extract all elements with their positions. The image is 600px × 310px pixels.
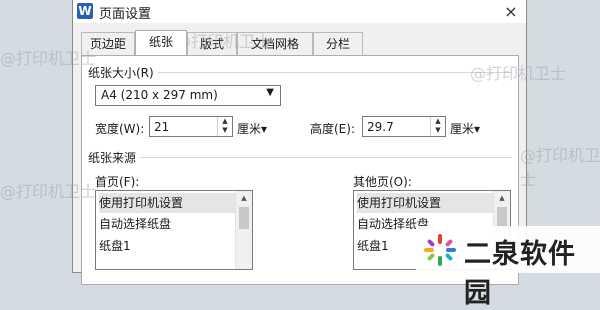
other-pages-label: 其他页(O): bbox=[353, 175, 412, 189]
window-title: 页面设置 bbox=[99, 7, 152, 22]
watermark-text: @打印机卫士 bbox=[520, 146, 600, 189]
first-page-listbox[interactable]: 使用打印机设置 自动选择纸盘 纸盘1 ▲ bbox=[95, 190, 253, 270]
width-label: 宽度(W): bbox=[95, 122, 145, 136]
height-stepper[interactable]: 29.7 ▲ ▼ bbox=[362, 116, 446, 137]
dropdown-arrow-icon: ▼ bbox=[266, 87, 274, 98]
tab-margins[interactable]: 页边距 bbox=[81, 32, 135, 55]
list-item[interactable]: 使用打印机设置 bbox=[99, 193, 236, 213]
list-item[interactable]: 使用打印机设置 bbox=[357, 193, 494, 213]
spin-up-icon[interactable]: ▲ bbox=[431, 117, 445, 126]
height-spin-buttons[interactable]: ▲ ▼ bbox=[430, 117, 445, 136]
height-label: 高度(E): bbox=[310, 122, 355, 136]
width-value: 21 bbox=[154, 120, 170, 134]
first-page-label: 首页(F): bbox=[95, 175, 140, 189]
tab-columns[interactable]: 分栏 bbox=[313, 32, 363, 55]
close-button[interactable]: × bbox=[496, 0, 526, 23]
list-item[interactable]: 纸盘1 bbox=[99, 236, 236, 256]
divider bbox=[88, 157, 512, 158]
pinwheel-logo-icon bbox=[424, 234, 456, 266]
brand-name: 二泉软件园 bbox=[464, 239, 576, 309]
list-item[interactable]: 自动选择纸盘 bbox=[99, 214, 236, 234]
spin-down-icon[interactable]: ▼ bbox=[431, 126, 445, 135]
height-unit-select[interactable]: 厘米▾ bbox=[450, 120, 480, 137]
paper-size-value: A4 (210 x 297 mm) bbox=[101, 88, 218, 102]
scrollbar[interactable]: ▲ bbox=[235, 191, 252, 269]
scroll-thumb[interactable] bbox=[239, 207, 249, 229]
width-stepper[interactable]: 21 ▲ ▼ bbox=[149, 116, 233, 137]
scroll-up-icon[interactable]: ▲ bbox=[494, 191, 510, 205]
brand-logo: 二泉软件园 bbox=[416, 226, 600, 309]
width-unit-select[interactable]: 厘米▾ bbox=[237, 120, 267, 137]
paper-size-select[interactable]: A4 (210 x 297 mm) ▼ bbox=[95, 85, 281, 106]
title-bar: W 页面设置 × bbox=[73, 0, 526, 23]
spin-up-icon[interactable]: ▲ bbox=[218, 117, 232, 126]
paper-size-group-label: 纸张大小(R) bbox=[88, 64, 158, 81]
tab-layout[interactable]: 版式 bbox=[187, 32, 237, 55]
scroll-up-icon[interactable]: ▲ bbox=[236, 191, 252, 205]
tab-paper[interactable]: 纸张 bbox=[135, 30, 187, 55]
wps-app-icon: W bbox=[77, 3, 93, 19]
height-value: 29.7 bbox=[367, 120, 394, 134]
width-spin-buttons[interactable]: ▲ ▼ bbox=[217, 117, 232, 136]
tab-document-grid[interactable]: 文档网格 bbox=[237, 32, 313, 55]
paper-source-group-label: 纸张来源 bbox=[88, 149, 141, 166]
spin-down-icon[interactable]: ▼ bbox=[218, 126, 232, 135]
